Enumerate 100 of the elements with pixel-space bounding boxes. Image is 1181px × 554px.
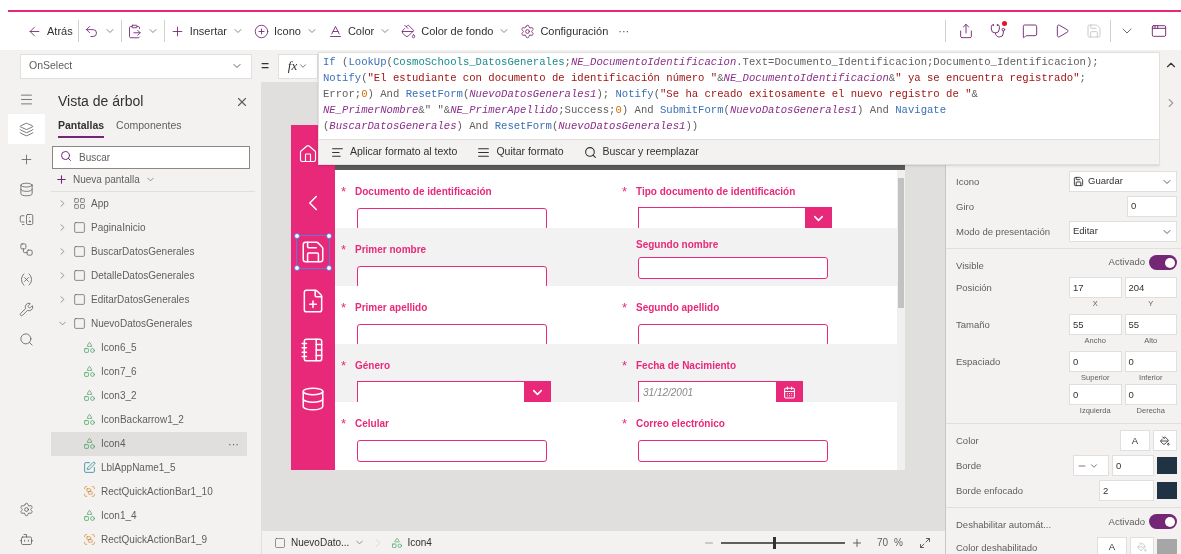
caret-icon <box>298 61 309 71</box>
toolbar-button[interactable]: Atrás <box>22 17 78 45</box>
clear-format-icon <box>477 145 491 159</box>
circle-plus-icon <box>254 23 269 39</box>
text-input[interactable] <box>357 440 547 462</box>
format-action[interactable]: Quitar formato <box>477 144 564 160</box>
toolbar-button[interactable]: Color <box>322 17 397 45</box>
toolbar-button[interactable]: Insertar <box>164 17 249 45</box>
fx-button[interactable]: fx <box>278 53 318 79</box>
number-input[interactable]: 0 <box>1069 351 1122 373</box>
tab[interactable]: Pantallas <box>58 118 105 138</box>
field-label: Género <box>355 358 390 373</box>
shapes-icon <box>83 365 96 379</box>
tree-item[interactable]: RectQuickActionBar1_9 <box>51 527 247 552</box>
toolbar-label: Icono <box>274 23 301 39</box>
number-input[interactable]: 55 <box>1069 314 1122 336</box>
zoom-slider[interactable] <box>720 536 845 549</box>
number-input[interactable]: 204 <box>1124 277 1177 299</box>
tree-item[interactable]: PaginaInicio <box>51 215 247 240</box>
formula-editor[interactable] <box>318 52 1160 165</box>
tree-item[interactable]: Icon3_2 <box>51 383 247 408</box>
property-select[interactable]: OnSelect <box>20 53 252 79</box>
text-color-button[interactable]: A <box>1120 430 1150 452</box>
number-input[interactable]: 0 <box>1127 196 1177 217</box>
tree-item[interactable]: Icon7_6 <box>51 359 247 384</box>
shapes-icon <box>83 389 96 403</box>
number-input[interactable]: 17 <box>1069 277 1122 299</box>
toolbar-button[interactable]: ··· <box>613 17 635 45</box>
zoom-slider-thumb[interactable] <box>773 536 777 549</box>
field-label: Segundo nombre <box>636 238 719 252</box>
tree-item[interactable]: App <box>51 191 247 216</box>
toolbar-button[interactable]: Color de fondo <box>396 17 516 45</box>
tree-item-label: Icon7_6 <box>101 365 137 380</box>
search-field[interactable]: Buscar <box>52 145 250 169</box>
number-input[interactable]: 0 <box>1124 384 1177 406</box>
required-asterisk: * <box>341 358 347 373</box>
equals-sign: = <box>259 56 271 76</box>
percent-sign: % <box>894 536 903 550</box>
required-asterisk: * <box>622 358 628 373</box>
screen-select[interactable]: NuevoDato... <box>274 535 366 550</box>
toggle-switch[interactable] <box>1149 255 1177 270</box>
tree-item[interactable]: LblAppName1_5 <box>51 455 247 480</box>
property-label: Modo de presentación <box>956 225 1050 239</box>
toolbar-button[interactable]: Configuración <box>515 17 614 45</box>
number-input[interactable]: 0 <box>1069 384 1122 406</box>
zoom-in-icon[interactable] <box>850 536 863 549</box>
date-picker[interactable]: 31/12/2001 <box>638 381 803 403</box>
tree-item[interactable]: DetalleDatosGenerales <box>51 263 247 288</box>
format-action[interactable]: Buscar y reemplazar <box>583 144 699 160</box>
color-swatch[interactable] <box>1157 457 1177 475</box>
plus-icon <box>55 173 68 187</box>
required-asterisk: * <box>622 416 628 431</box>
text-input[interactable] <box>638 257 828 279</box>
field-label: Celular <box>355 416 389 431</box>
screen-icon <box>73 245 86 259</box>
tree-item[interactable]: Icon6_5 <box>51 335 247 360</box>
comment-icon <box>1022 23 1038 39</box>
text-input[interactable] <box>638 324 828 346</box>
text-input[interactable] <box>638 440 828 462</box>
fit-to-window-icon[interactable] <box>919 536 931 549</box>
tree-item[interactable]: NuevoDatosGenerales <box>51 311 247 336</box>
control-breadcrumb[interactable]: Icon4 <box>391 535 432 550</box>
dropdown[interactable] <box>638 207 832 229</box>
scrollbar[interactable] <box>897 170 905 470</box>
number-input[interactable]: 0 <box>1112 455 1154 477</box>
plus-icon <box>169 23 185 39</box>
text-input[interactable] <box>357 324 547 346</box>
icon-select[interactable]: Guardar <box>1069 171 1177 192</box>
tree-item[interactable]: RectQuickActionBar1_10 <box>51 479 247 504</box>
new-screen-button[interactable]: Nueva pantalla <box>51 168 255 191</box>
field-label: Primer nombre <box>355 242 427 257</box>
screen-icon <box>73 317 86 331</box>
select-field[interactable]: Editar <box>1069 221 1177 242</box>
number-input[interactable]: 55 <box>1124 314 1177 336</box>
toolbar-button[interactable]: Icono <box>249 17 323 45</box>
formula-line: Notify("El estudiante con documento de identificación número "&NE_DocumentoIdentificacion&" ya se encuentra registrado"; <box>323 71 1087 86</box>
more-options[interactable]: ··· <box>228 435 239 452</box>
panel-title: Vista de árbol <box>58 92 144 111</box>
shapes-icon <box>83 413 96 427</box>
save-icon[interactable] <box>297 235 329 268</box>
text-input[interactable] <box>357 266 547 288</box>
home-icon[interactable] <box>297 142 318 165</box>
number-input[interactable]: 2 <box>1099 480 1154 502</box>
tree-item[interactable]: Icon4 ··· <box>51 431 247 456</box>
property-label: Color <box>956 434 979 449</box>
toggle-switch[interactable] <box>1149 514 1177 530</box>
tree-item[interactable]: EditarDatosGenerales <box>51 287 247 312</box>
fill-button[interactable] <box>1153 430 1177 452</box>
tree-item[interactable]: IconBackarrow1_2 <box>51 407 247 432</box>
tab[interactable]: Componentes <box>116 118 182 138</box>
required-asterisk: * <box>341 300 347 315</box>
color-swatch[interactable] <box>1157 482 1177 500</box>
settings-icon <box>520 23 536 39</box>
number-input[interactable]: 0 <box>1124 351 1177 373</box>
text-input[interactable] <box>357 208 547 230</box>
dropdown[interactable] <box>357 381 551 403</box>
property-label: Borde enfocado <box>956 484 1024 499</box>
tree-item[interactable]: Icon1_4 <box>51 503 247 528</box>
layers-icon[interactable] <box>8 114 45 144</box>
tree-item[interactable]: BuscarDatosGenerales <box>51 239 247 264</box>
